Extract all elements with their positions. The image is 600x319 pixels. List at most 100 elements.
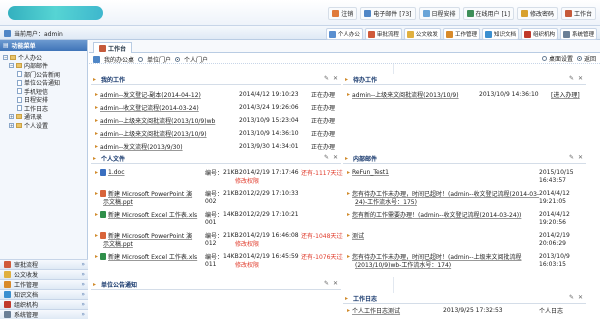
module-organization[interactable]: 组织机构» (0, 299, 88, 309)
tree-item-personal-office[interactable]: − 个人办公 (3, 53, 87, 62)
doc-icon (4, 271, 11, 278)
edit-icon[interactable]: ✎ (324, 280, 329, 287)
close-icon[interactable]: ✕ (578, 75, 583, 82)
worklog-row[interactable]: ▸ 个人工作日志测试 2013/9/25 17:32:53 个人日志 (347, 306, 582, 315)
tab-workbench[interactable]: 工作台 (93, 42, 133, 53)
back-button[interactable]: 返回 (576, 54, 596, 63)
flow-icon (367, 30, 375, 38)
module-documents[interactable]: 公文收发» (0, 269, 88, 279)
file-row-cont: 011 修改权限 (205, 260, 260, 269)
close-icon[interactable]: ✕ (333, 280, 338, 287)
module-knowledge[interactable]: 知识文档» (0, 289, 88, 299)
quick-personal-office[interactable]: 个人办公 (325, 28, 363, 40)
work-row[interactable]: ▸ admin--收文登记流程(2014-03-24) 2014/3/24 19:2… (95, 103, 337, 112)
chevron-down-icon: » (81, 311, 85, 318)
book-icon (4, 291, 11, 298)
quick-system[interactable]: 系统管理 (559, 28, 597, 40)
work-row[interactable]: ▸ admin--发文流程(2013/9/30) 2013/9/30 14:34:0… (95, 142, 337, 151)
quick-work[interactable]: 工作管理 (442, 28, 480, 40)
flow-icon (4, 261, 11, 268)
todo-row[interactable]: ▸ admin--上级来文阅批流程(2013/10/9) 2013/10/9 14:… (347, 90, 582, 99)
tree-item-worklog[interactable]: 工作日志 (3, 104, 87, 113)
bullet-icon: ▸ (93, 75, 97, 83)
tree-item-sms[interactable]: 手机短信 (3, 87, 87, 96)
file-edit-link[interactable]: 修改权限 (235, 176, 259, 185)
edit-icon[interactable]: ✎ (569, 154, 574, 161)
document-icon (17, 79, 22, 86)
close-icon[interactable]: ✕ (578, 294, 583, 301)
desk-icon (93, 56, 100, 63)
panel-header: ▸ 待办工作 ✎ ✕ (343, 74, 586, 85)
module-system[interactable]: 系统管理» (0, 309, 88, 319)
logout-link[interactable]: 注销 (328, 7, 358, 20)
bullet-icon: ▸ (95, 190, 99, 197)
schedule-link[interactable]: 日程安排 (418, 7, 460, 20)
gear-icon (562, 30, 570, 38)
close-icon[interactable]: ✕ (333, 75, 338, 82)
tree-item-schedule[interactable]: 日程安排 (3, 96, 87, 104)
bullet-icon: ▸ (345, 294, 349, 302)
key-icon (520, 10, 528, 17)
work-row[interactable]: ▸ admin--发文登记-副本(2014-04-12) 2014/4/12 19:… (95, 90, 337, 99)
quick-organization[interactable]: 组织机构 (520, 28, 558, 40)
change-password-link[interactable]: 修改密码 (516, 7, 558, 20)
document-icon (17, 96, 22, 103)
sidebar-tree: − 个人办公 − 内部邮件 部门公告新闻 单位公告通知 手机短信 日程安排 工作日志… (0, 51, 87, 130)
gear-icon (4, 311, 11, 318)
file-edit-link[interactable]: 修改权限 (235, 239, 259, 248)
desk-actions: 桌面设置 返回 (541, 54, 596, 63)
expand-icon[interactable]: + (9, 122, 14, 128)
quick-knowledge[interactable]: 知识文档 (481, 28, 519, 40)
tree-item-contacts[interactable]: + 通讯录 (3, 113, 87, 121)
module-approval[interactable]: 审批流程» (0, 259, 88, 269)
edit-icon[interactable]: ✎ (569, 75, 574, 82)
tree-item-internal-mail[interactable]: − 内部邮件 (3, 62, 87, 70)
document-icon (17, 105, 22, 112)
org-icon (523, 30, 531, 38)
tree-item-dept-news[interactable]: 部门公告新闻 (3, 70, 87, 79)
tree-item-unit-notices[interactable]: 单位公告通知 (3, 79, 87, 87)
sidebar-header: ▤ 功能菜单 (0, 40, 87, 51)
bullet-icon: ▸ (93, 280, 97, 288)
module-work[interactable]: 工作管理» (0, 279, 88, 289)
radio-unit-portal[interactable] (138, 57, 144, 62)
bullet-icon: ▸ (95, 104, 99, 111)
desk-settings-button[interactable]: 桌面设置 (541, 54, 573, 63)
bullet-icon: ▸ (347, 253, 351, 260)
mail-row-cont: 19:20:56 (539, 219, 566, 226)
panel-header: ▸ 个人文件 ✎ ✕ (91, 153, 341, 164)
folder-icon (445, 30, 453, 38)
app-logo (8, 6, 103, 20)
bullet-icon: ▸ (95, 169, 99, 176)
tree-item-personal-settings[interactable]: + 个人设置 (3, 121, 87, 130)
files-panel: ▸ 个人文件 ✎ ✕ ▸ 1.doc 编号： 21KB 2014/2/19 17:17:46 还… (91, 153, 348, 277)
doc-icon (406, 30, 414, 38)
collapse-icon[interactable]: − (9, 63, 14, 69)
email-link[interactable]: 电子邮件 [73] (360, 7, 416, 20)
work-row[interactable]: ▸ admin--上级来文阅批流程(2013/10/9)wb 2013/10/9 1… (95, 116, 337, 125)
edit-icon[interactable]: ✎ (324, 154, 329, 161)
users-icon (466, 10, 474, 17)
notices-panel: ▸ 单位公告通知 ✎ ✕ (91, 279, 341, 319)
online-users-link[interactable]: 在线用户 [1] (462, 7, 514, 20)
chevron-down-icon: » (81, 261, 85, 268)
close-icon[interactable]: ✕ (578, 154, 583, 161)
file-edit-link[interactable]: 修改权限 (235, 260, 259, 269)
quick-documents[interactable]: 公文收发 (403, 28, 441, 40)
edit-icon[interactable]: ✎ (324, 75, 329, 82)
workbench-link[interactable]: 工作台 (560, 7, 596, 20)
expand-icon[interactable]: + (9, 114, 14, 120)
edit-icon[interactable]: ✎ (569, 294, 574, 301)
bullet-icon: ▸ (93, 154, 97, 162)
quick-approval[interactable]: 审批流程 (364, 28, 402, 40)
chevron-down-icon: » (81, 291, 85, 298)
org-icon (4, 301, 11, 308)
mail-row-cont: 16:43:57 (539, 177, 566, 184)
collapse-icon[interactable]: − (3, 54, 8, 60)
panel-header: ▸ 工作日志 ✎ ✕ (343, 293, 586, 304)
radio-personal-portal[interactable] (175, 57, 181, 62)
work-row[interactable]: ▸ admin--上级来文阅批流程(2013/10/9) 2013/10/9 14:… (95, 129, 337, 138)
close-icon[interactable]: ✕ (333, 154, 338, 161)
chevron-down-icon: » (81, 281, 85, 288)
worklog-panel: ▸ 工作日志 ✎ ✕ ▸ 个人工作日志测试 2013/9/25 17:32:53 个人日志 (343, 293, 586, 319)
